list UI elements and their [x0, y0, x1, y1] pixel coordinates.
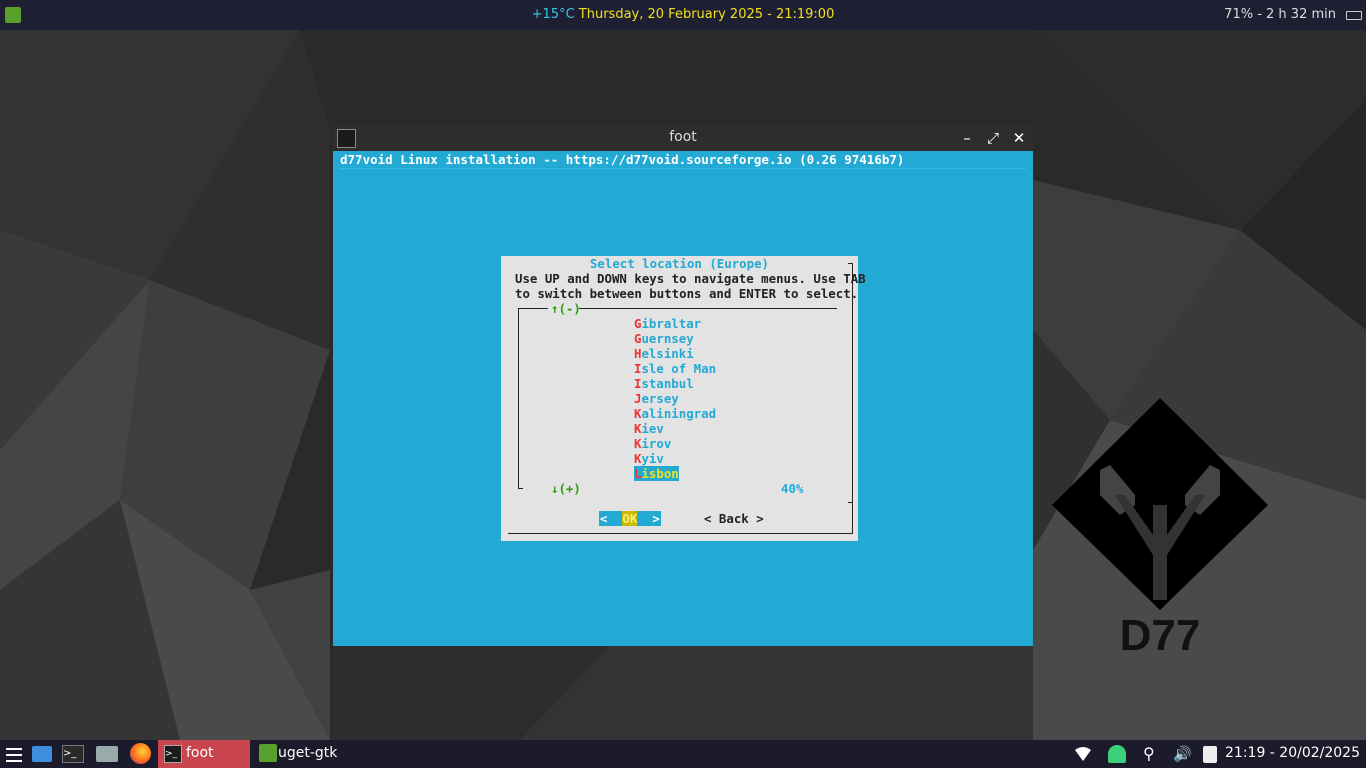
item-label: irov [641, 436, 672, 451]
list-item[interactable]: Isle of Man [634, 361, 716, 376]
item-label: stanbul [641, 376, 694, 391]
wifi-icon[interactable] [1074, 745, 1092, 763]
ok-button[interactable]: < OK > [599, 511, 661, 526]
list-border-top-right [579, 308, 837, 309]
firefox-icon[interactable] [130, 743, 151, 764]
terminal-launcher-icon[interactable]: >_ [62, 745, 84, 763]
list-border-bottom [518, 488, 523, 489]
maximize-button[interactable]: ⤢ [983, 128, 1003, 148]
menu-icon[interactable] [6, 744, 22, 764]
task-label: uget-gtk [278, 745, 338, 761]
list-border-top-left [518, 308, 548, 309]
close-button[interactable]: ✕ [1009, 128, 1029, 148]
list-item[interactable]: Gibraltar [634, 316, 716, 331]
dialog-border-right [852, 263, 853, 533]
window-titlebar[interactable]: foot – ⤢ ✕ [333, 125, 1033, 151]
list-item[interactable]: Helsinki [634, 346, 716, 361]
task-foot[interactable]: >_ foot [158, 740, 250, 768]
list-border-left [518, 308, 519, 488]
top-bar: +15°C Thursday, 20 February 2025 - 21:19… [0, 0, 1366, 30]
battery-icon [1346, 11, 1362, 20]
list-item[interactable]: Kiev [634, 421, 716, 436]
item-label: iev [641, 421, 664, 436]
item-label: sle of Man [641, 361, 717, 376]
taskbar-clock[interactable]: 21:19 - 20/02/2025 [1225, 745, 1360, 761]
battery-status: 71% - 2 h 32 min [1224, 7, 1336, 22]
ok-label: OK [622, 511, 638, 526]
dialog-instructions: Use UP and DOWN keys to navigate menus. … [515, 271, 866, 301]
ghost-icon[interactable] [1108, 745, 1126, 763]
scroll-up-indicator[interactable]: ↑(-) [551, 301, 581, 316]
dialog-title: Select location (Europe) [589, 256, 770, 271]
ok-bracket-right: > [637, 511, 660, 526]
back-button[interactable]: < Back > [704, 511, 764, 526]
item-label: isbon [641, 466, 679, 481]
list-item[interactable]: Kirov [634, 436, 716, 451]
header-divider [340, 168, 1026, 169]
usb-icon[interactable]: ⚲ [1143, 745, 1159, 763]
item-label: uernsey [641, 331, 694, 346]
temperature: +15°C [531, 7, 575, 22]
button-row-border [848, 502, 853, 503]
terminal-icon: >_ [164, 745, 182, 763]
scroll-down-indicator[interactable]: ↓(+) [551, 481, 581, 496]
show-desktop-icon[interactable] [32, 746, 52, 762]
list-item[interactable]: Kaliningrad [634, 406, 716, 421]
scroll-percent: 40% [781, 481, 804, 496]
ok-bracket-left: < [600, 511, 623, 526]
volume-icon[interactable]: 🔊 [1173, 745, 1192, 763]
installer-header: d77void Linux installation -- https://d7… [340, 152, 905, 167]
logo-text: D77 [1120, 611, 1201, 660]
terminal-window[interactable]: foot – ⤢ ✕ d77void Linux installation --… [333, 125, 1033, 646]
item-label: yiv [641, 451, 664, 466]
item-label: aliningrad [641, 406, 717, 421]
top-clock: +15°C Thursday, 20 February 2025 - 21:19… [0, 7, 1366, 22]
list-item[interactable]: Guernsey [634, 331, 716, 346]
minimize-button[interactable]: – [957, 128, 977, 148]
list-item[interactable]: Jersey [634, 391, 716, 406]
location-dialog: Select location (Europe) Use UP and DOWN… [501, 256, 866, 541]
list-item[interactable]: Istanbul [634, 376, 716, 391]
list-item-selected[interactable]: Lisbon [634, 466, 716, 481]
window-title: foot [669, 129, 697, 145]
uget-icon [259, 744, 277, 762]
item-label: ibraltar [641, 316, 702, 331]
clipboard-icon[interactable] [1203, 746, 1217, 763]
task-uget-gtk[interactable]: uget-gtk [258, 740, 368, 768]
taskbar: >_ >_ foot uget-gtk ⚲ 🔊 21:19 - 20/02/20… [0, 740, 1366, 768]
file-manager-icon[interactable] [96, 746, 118, 762]
item-label: elsinki [641, 346, 694, 361]
item-label: ersey [641, 391, 679, 406]
dialog-border-bottom [508, 533, 853, 534]
d77-logo: D77 [1052, 398, 1268, 660]
datetime: Thursday, 20 February 2025 - 21:19:00 [578, 7, 835, 22]
location-list[interactable]: Gibraltar Guernsey Helsinki Isle of Man … [634, 316, 716, 481]
task-label: foot [186, 745, 214, 761]
list-item[interactable]: Kyiv [634, 451, 716, 466]
